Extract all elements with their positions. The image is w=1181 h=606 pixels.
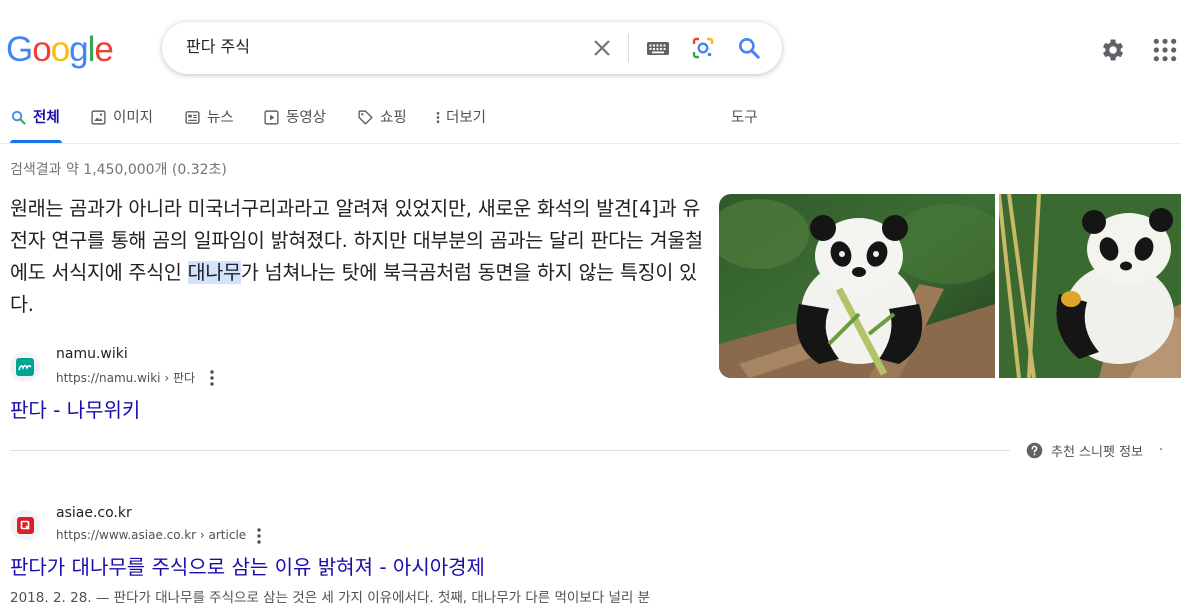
google-logo[interactable]: Google: [6, 30, 114, 70]
asiae-favicon[interactable]: [10, 510, 40, 540]
panda-illustration: [999, 194, 1181, 378]
featured-snippet-info[interactable]: 추천 스니펫 정보 ·: [1026, 441, 1163, 460]
namu-wiki-favicon[interactable]: [10, 352, 40, 382]
search-icon: [11, 110, 26, 125]
tab-more[interactable]: 더보기: [432, 106, 486, 144]
tag-icon: [358, 110, 373, 125]
result-title-link[interactable]: 판다가 대나무를 주식으로 삼는 이유 밝혀져 - 아시아경제: [10, 551, 485, 580]
logo-letter: e: [94, 30, 113, 69]
result-snippet: 2018. 2. 28. — 판다가 대나무를 주식으로 삼는 것은 세 가지 …: [10, 590, 650, 606]
snippet-divider: [10, 450, 1010, 451]
site-url[interactable]: https://www.asiae.co.kr › article: [56, 528, 246, 542]
result-stats: 검색결과 약 1,450,000개 (0.32초): [10, 162, 227, 178]
namu-logo-mark-icon: [18, 364, 32, 371]
tab-images[interactable]: 이미지: [90, 106, 153, 144]
panda-image-2[interactable]: [999, 194, 1181, 378]
featured-info-label: 추천 스니펫 정보: [1051, 445, 1143, 460]
tools-label: 도구: [731, 110, 758, 126]
tab-label: 이미지: [113, 110, 154, 126]
search-icon[interactable]: [736, 35, 762, 61]
feedback-dot[interactable]: ·: [1159, 443, 1163, 458]
tab-all[interactable]: 전체: [10, 106, 60, 144]
asiae-logo-mark-icon: [20, 520, 30, 530]
help-icon: [1026, 442, 1043, 459]
news-icon: [185, 111, 200, 124]
tab-videos[interactable]: 동영상: [263, 106, 326, 144]
search-divider: [628, 34, 629, 62]
tab-shopping[interactable]: 쇼핑: [357, 106, 407, 144]
tab-label: 더보기: [446, 110, 487, 126]
namu-logo-icon: [16, 358, 34, 376]
google-apps-icon[interactable]: [1152, 37, 1178, 63]
settings-gear-icon[interactable]: [1098, 36, 1126, 64]
more-options-icon[interactable]: [251, 527, 267, 545]
tools-button[interactable]: 도구: [731, 106, 758, 144]
tab-label: 쇼핑: [380, 110, 407, 126]
tab-label: 동영상: [286, 110, 327, 126]
clear-icon[interactable]: [590, 36, 614, 60]
logo-letter: l: [87, 30, 96, 69]
tab-news[interactable]: 뉴스: [184, 106, 234, 144]
logo-letter: o: [50, 30, 70, 69]
tab-label: 전체: [33, 110, 60, 126]
panda-illustration: [719, 194, 995, 378]
site-name: asiae.co.kr: [56, 505, 132, 521]
tabs-divider: [0, 143, 1181, 144]
site-url[interactable]: https://namu.wiki › 판다: [56, 369, 195, 386]
site-name: namu.wiki: [56, 346, 128, 362]
logo-letter: o: [32, 30, 51, 69]
image-icon: [91, 110, 106, 125]
panda-image-1[interactable]: [719, 194, 995, 378]
google-lens-icon[interactable]: [691, 36, 715, 60]
search-input[interactable]: 판다 주식: [186, 37, 250, 57]
logo-letter: g: [69, 30, 88, 69]
more-options-icon[interactable]: [204, 369, 220, 387]
asiae-logo-icon: [16, 516, 34, 534]
logo-letter: G: [6, 30, 33, 69]
keyboard-icon[interactable]: [646, 38, 670, 58]
more-vert-icon: [436, 111, 440, 124]
featured-snippet-text: 원래는 곰과가 아니라 미국너구리과라고 알려져 있었지만, 새로운 화석의 발…: [10, 193, 710, 321]
play-icon: [264, 110, 279, 125]
snippet-highlight: 대나무: [187, 261, 241, 284]
tab-label: 뉴스: [207, 110, 234, 126]
result-title-link[interactable]: 판다 - 나무위키: [10, 394, 140, 423]
search-box[interactable]: 판다 주식: [162, 22, 782, 74]
